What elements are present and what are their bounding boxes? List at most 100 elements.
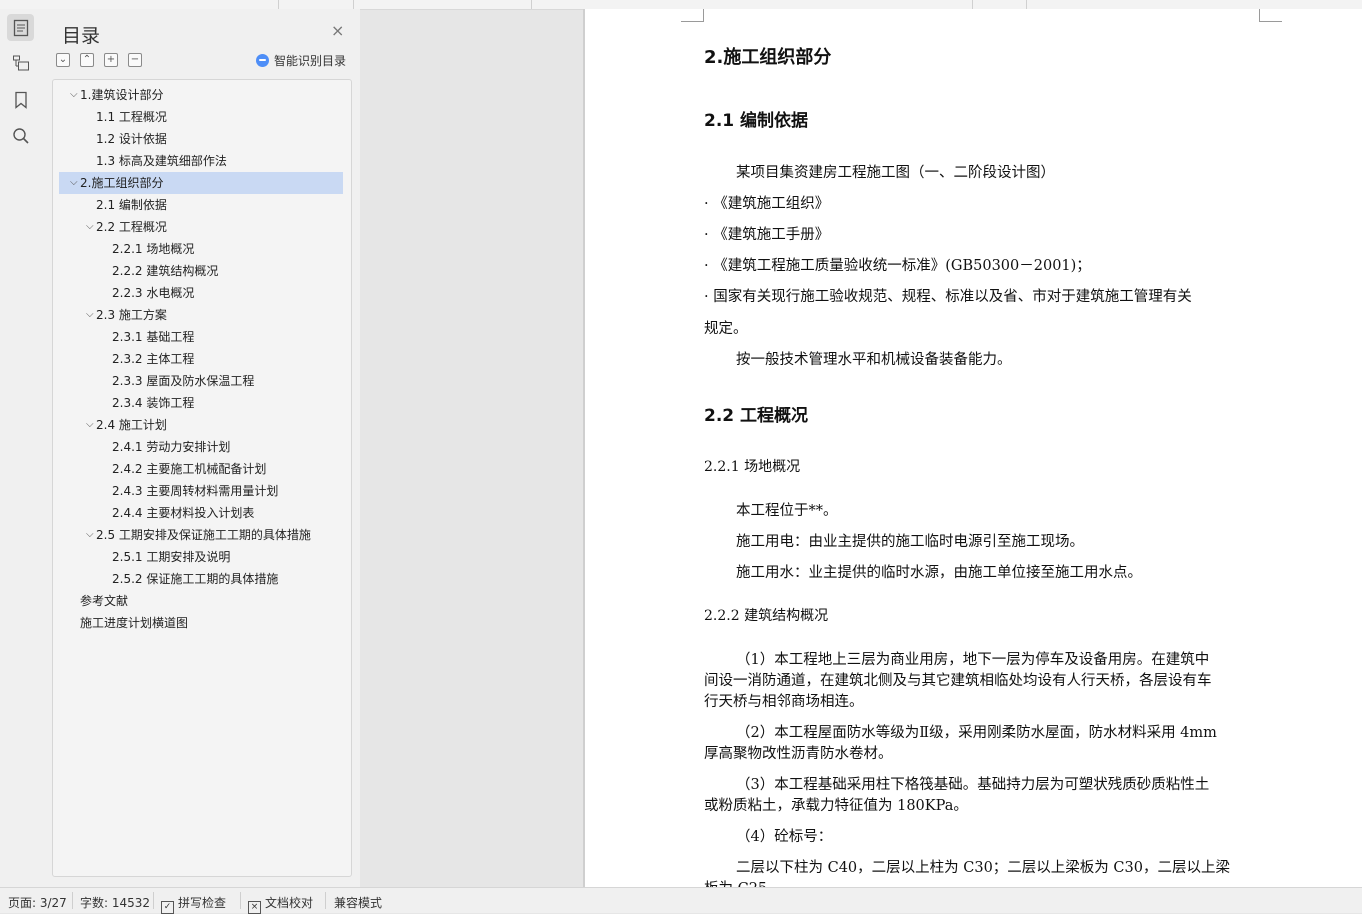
toc-item-label: 2.3.3 屋面及防水保温工程 xyxy=(112,374,255,388)
toc-item[interactable]: 2.2.3 水电概况 xyxy=(59,282,343,304)
crop-mark xyxy=(1259,9,1282,22)
toc-item-label: 2.1 编制依据 xyxy=(96,198,167,212)
toc-item[interactable]: 1.1 工程概况 xyxy=(59,106,343,128)
toc-item[interactable]: 2.5.1 工期安排及说明 xyxy=(59,546,343,568)
chevron-down-icon[interactable]: ⌵ xyxy=(86,414,96,436)
chevron-down-icon[interactable]: ⌵ xyxy=(70,172,80,194)
toc-tree: ⌵ 1.建筑设计部分 1.1 工程概况 1.2 设计依据 1.3 标高及建筑细部作法 ⌵ 2… xyxy=(52,79,352,877)
navigation-rail xyxy=(0,9,42,887)
toc-item-label: 2.2.1 场地概况 xyxy=(112,242,195,256)
spell-check-label: 拼写检查 xyxy=(178,896,227,910)
bookmark-icon[interactable] xyxy=(7,86,34,113)
crop-mark xyxy=(681,9,704,22)
toc-item[interactable]: ⌵ 2.4 施工计划 xyxy=(59,414,343,436)
toc-title: 目录 xyxy=(62,25,101,47)
toc-item[interactable]: 2.2.1 场地概况 xyxy=(59,238,343,260)
toc-item[interactable]: 2.3.1 基础工程 xyxy=(59,326,343,348)
smart-toc-button[interactable]: 智能识别目录 xyxy=(256,52,346,69)
spell-check-button[interactable]: ✓ 拼写检查 xyxy=(161,894,226,914)
smart-toc-label: 智能识别目录 xyxy=(274,54,347,68)
toc-item[interactable]: 2.1 编制依据 xyxy=(59,194,343,216)
toc-item-label: 2.3.4 装饰工程 xyxy=(112,396,195,410)
toc-item[interactable]: 2.2.2 建筑结构概况 xyxy=(59,260,343,282)
toc-item[interactable]: ⌵ 2.2 工程概况 xyxy=(59,216,343,238)
search-icon[interactable] xyxy=(7,122,34,149)
heading: 2.2 工程概况 xyxy=(704,406,809,426)
doc-proofread-button[interactable]: × 文档校对 xyxy=(248,894,313,914)
toc-item-label: 2.5 工期安排及保证施工工期的具体措施 xyxy=(96,528,311,542)
document-page[interactable]: 2.施工组织部分 2.1 编制依据 某项目集资建房工程施工图（一、二阶段设计图） · … xyxy=(585,9,1362,887)
toc-item[interactable]: 参考文献 xyxy=(59,590,343,612)
toc-item-label: 2.4.2 主要施工机械配备计划 xyxy=(112,462,267,476)
word-count[interactable]: 字数: 14532 xyxy=(80,894,150,911)
status-divider xyxy=(153,892,154,909)
body-text-line: 二层以下柱为 C40，二层以上柱为 C30；二层以上梁板为 C30，二层以上梁 xyxy=(736,860,1230,876)
toc-item[interactable]: ⌵ 2.3 施工方案 xyxy=(59,304,343,326)
toc-item-label: 2.2.3 水电概况 xyxy=(112,286,195,300)
outline-structure-icon[interactable] xyxy=(7,49,34,76)
toc-item[interactable]: ⌵ 2.施工组织部分 xyxy=(59,172,343,194)
body-text-line: （1）本工程地上三层为商业用房，地下一层为停车及设备用房。在建筑中 xyxy=(736,652,1210,668)
toc-panel: 目录 × ⌄ ⌃ + − 智能识别目录 ⌵ 1.建筑设计部分 1.1 工程概况 1.2… xyxy=(41,9,360,887)
smart-recognize-icon xyxy=(256,54,269,67)
toc-item-label: 1.3 标高及建筑细部作法 xyxy=(96,154,227,168)
chevron-down-icon[interactable]: ⌵ xyxy=(86,216,96,238)
chevron-down-icon[interactable]: ⌵ xyxy=(86,304,96,326)
status-divider xyxy=(325,892,326,909)
toc-item-label: 参考文献 xyxy=(80,594,129,608)
status-divider xyxy=(72,892,73,909)
toc-item[interactable]: 2.4.1 劳动力安排计划 xyxy=(59,436,343,458)
toolbar-divider xyxy=(531,0,532,9)
toc-item-label: 2.3.1 基础工程 xyxy=(112,330,195,344)
toc-item[interactable]: 1.2 设计依据 xyxy=(59,128,343,150)
toc-item-label: 2.4.3 主要周转材料需用量计划 xyxy=(112,484,279,498)
toc-item[interactable]: 施工进度计划横道图 xyxy=(59,612,343,634)
toc-item[interactable]: 2.3.4 装饰工程 xyxy=(59,392,343,414)
toc-item[interactable]: 2.4.2 主要施工机械配备计划 xyxy=(59,458,343,480)
toc-item-label: 2.4.1 劳动力安排计划 xyxy=(112,440,231,454)
close-icon[interactable]: × xyxy=(331,23,344,39)
toc-item-label: 2.3 施工方案 xyxy=(96,308,167,322)
body-text-line: · 国家有关现行施工验收规范、规程、标准以及省、市对于建筑施工管理有关 xyxy=(704,289,1192,305)
toc-item[interactable]: 2.4.4 主要材料投入计划表 xyxy=(59,502,343,524)
heading: 2.2.1 场地概况 xyxy=(704,459,801,475)
toc-item[interactable]: 2.3.3 屋面及防水保温工程 xyxy=(59,370,343,392)
heading: 2.1 编制依据 xyxy=(704,111,809,131)
toc-item[interactable]: 2.5.2 保证施工工期的具体措施 xyxy=(59,568,343,590)
chevron-down-icon[interactable]: ⌵ xyxy=(70,84,80,106)
add-level-icon[interactable]: + xyxy=(104,53,118,67)
body-text-line: 或粉质粘土，承载力特征值为 180KPa。 xyxy=(704,798,968,814)
page-indicator[interactable]: 页面: 3/27 xyxy=(8,894,67,911)
toc-item[interactable]: 2.4.3 主要周转材料需用量计划 xyxy=(59,480,343,502)
body-text-line: 板为 C25。 xyxy=(704,877,782,887)
toc-item[interactable]: 1.3 标高及建筑细部作法 xyxy=(59,150,343,172)
chevron-down-icon[interactable]: ⌵ xyxy=(86,524,96,546)
body-text-line: 某项目集资建房工程施工图（一、二阶段设计图） xyxy=(736,165,1055,181)
collapse-all-icon[interactable]: ⌄ xyxy=(56,53,70,67)
body-text-line: （4）砼标号： xyxy=(736,829,833,845)
body-text-line: · 《建筑工程施工质量验收统一标准》(GB50300－2001)； xyxy=(704,258,1091,274)
status-bar: 页面: 3/27 字数: 14532 ✓ 拼写检查 × 文档校对 兼容模式 xyxy=(0,887,1362,914)
toc-item-label: 1.建筑设计部分 xyxy=(80,88,164,102)
compat-mode-label[interactable]: 兼容模式 xyxy=(334,894,382,911)
body-text-line: 本工程位于**。 xyxy=(736,503,838,519)
toc-item[interactable]: ⌵ 1.建筑设计部分 xyxy=(59,84,343,106)
toolbar-divider xyxy=(1026,0,1027,9)
toc-item[interactable]: 2.3.2 主体工程 xyxy=(59,348,343,370)
body-text-line: （2）本工程屋面防水等级为Ⅱ级，采用刚柔防水屋面，防水材料采用 4mm xyxy=(736,725,1217,741)
toc-item-label: 2.2 工程概况 xyxy=(96,220,167,234)
body-text-line: · 《建筑施工手册》 xyxy=(704,227,830,243)
toc-item-label: 1.2 设计依据 xyxy=(96,132,167,146)
heading: 2.2.2 建筑结构概况 xyxy=(704,608,829,624)
toc-item-label: 2.4 施工计划 xyxy=(96,418,167,432)
toc-item[interactable]: ⌵ 2.5 工期安排及保证施工工期的具体措施 xyxy=(59,524,343,546)
toc-item-label: 2.5.1 工期安排及说明 xyxy=(112,550,231,564)
toc-item-label: 2.4.4 主要材料投入计划表 xyxy=(112,506,255,520)
expand-up-icon[interactable]: ⌃ xyxy=(80,53,94,67)
toc-item-label: 2.2.2 建筑结构概况 xyxy=(112,264,219,278)
toc-icon[interactable] xyxy=(7,14,34,41)
toc-item-label: 施工进度计划横道图 xyxy=(80,616,189,630)
remove-level-icon[interactable]: − xyxy=(128,53,142,67)
spell-check-icon: ✓ xyxy=(161,901,174,914)
body-text-line: 行天桥与相邻商场相连。 xyxy=(704,694,864,710)
